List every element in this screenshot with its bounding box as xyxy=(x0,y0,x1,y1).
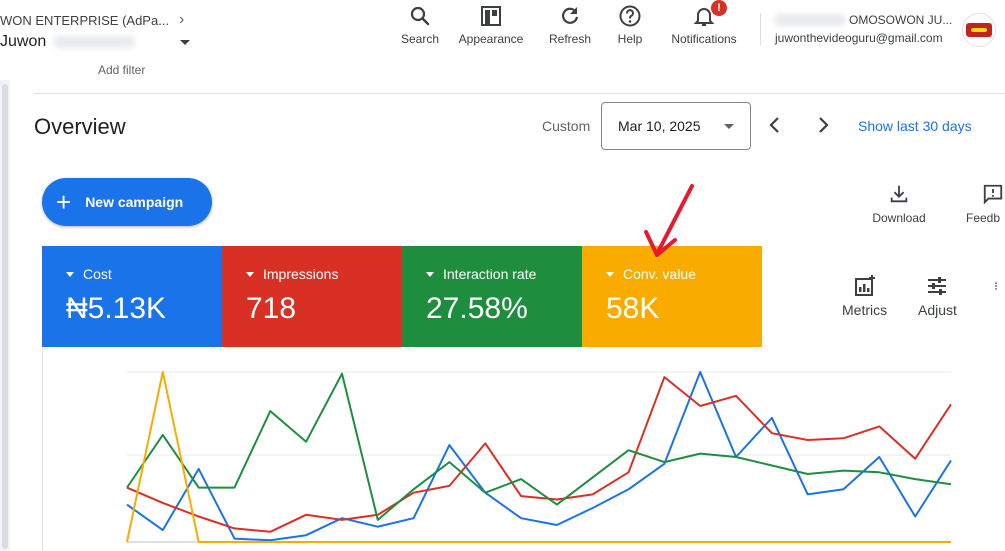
download-icon xyxy=(890,185,908,203)
search-button[interactable]: Search xyxy=(392,4,448,46)
appearance-icon xyxy=(481,6,501,26)
adjust-label: Adjust xyxy=(918,302,957,318)
refresh-button[interactable]: Refresh xyxy=(540,4,600,46)
show-last-30-days-link[interactable]: Show last 30 days xyxy=(858,118,972,134)
dropdown-caret-icon xyxy=(724,124,734,129)
notifications-label: Notifications xyxy=(671,32,737,46)
page-title: Overview xyxy=(34,114,126,139)
scorecard-value: 58K xyxy=(606,292,660,325)
adjust-button[interactable]: Adjust xyxy=(918,274,957,318)
refresh-label: Refresh xyxy=(548,32,592,46)
scrollbar-thumb[interactable] xyxy=(2,84,8,549)
notifications-button[interactable]: Notifications ! xyxy=(662,0,746,46)
search-label: Search xyxy=(400,32,440,46)
chart-series-line-3 xyxy=(126,371,951,543)
brand-logo xyxy=(966,23,992,37)
redacted-text xyxy=(775,14,845,26)
add-filter-button[interactable]: Add filter xyxy=(98,63,145,77)
chart-actions: Metrics Adjust xyxy=(762,246,1005,347)
top-toolbar: Search Appearance Refresh Help Notificat… xyxy=(392,0,746,46)
user-email: juwonthevideoguru@gmail.com xyxy=(775,31,943,45)
metrics-icon xyxy=(854,275,875,296)
date-value: Mar 10, 2025 xyxy=(618,118,701,134)
help-icon xyxy=(619,5,641,27)
help-button[interactable]: Help xyxy=(608,4,652,46)
feedback-label: Feedb xyxy=(966,211,1001,225)
avatar[interactable] xyxy=(962,13,996,47)
redacted-text xyxy=(54,36,135,48)
scorecard-value: ₦5.13K xyxy=(66,292,167,325)
dropdown-caret-icon xyxy=(66,271,74,277)
more-options-button[interactable] xyxy=(994,274,1004,302)
appearance-label: Appearance xyxy=(458,32,524,46)
user-name: OMOSOWON JU... xyxy=(849,13,953,27)
feedback-button[interactable]: Feedb xyxy=(966,183,1004,225)
previous-period-button[interactable] xyxy=(763,113,787,137)
more-vert-icon xyxy=(995,282,997,290)
plus-icon: + xyxy=(56,187,72,217)
dropdown-caret-icon[interactable] xyxy=(180,39,191,45)
download-label: Download xyxy=(872,211,926,225)
scorecard-label: Impressions xyxy=(263,266,339,282)
scorecards: Cost ₦5.13K Impressions 718 Interaction … xyxy=(42,246,762,347)
date-range-mode: Custom xyxy=(542,118,591,134)
chevron-right-icon: › xyxy=(179,11,185,28)
scorecard-label: Cost xyxy=(83,266,112,282)
scorecard-interaction-rate[interactable]: Interaction rate 27.58% xyxy=(402,246,582,347)
scorecard-conv-value[interactable]: Conv. value 58K xyxy=(582,246,762,347)
metrics-label: Metrics xyxy=(842,302,888,318)
dropdown-caret-icon xyxy=(606,271,614,277)
scorecard-label: Interaction rate xyxy=(443,266,537,282)
tune-icon xyxy=(928,277,947,295)
dropdown-caret-icon xyxy=(246,271,254,277)
account-user-name: Juwon xyxy=(0,33,47,50)
scorecard-label: Conv. value xyxy=(623,266,696,282)
user-account-info[interactable]: OMOSOWON JU... juwonthevideoguru@gmail.c… xyxy=(760,13,952,45)
scorecard-cost[interactable]: Cost ₦5.13K xyxy=(42,246,222,347)
line-chart xyxy=(126,371,952,543)
divider xyxy=(34,93,1005,94)
notification-badge: ! xyxy=(711,0,727,16)
new-campaign-button[interactable]: + New campaign xyxy=(42,178,212,226)
download-button[interactable]: Download xyxy=(866,183,932,225)
performance-chart xyxy=(42,347,1005,551)
metrics-button[interactable]: Metrics xyxy=(842,274,887,318)
date-picker[interactable]: Mar 10, 2025 xyxy=(601,102,751,150)
dropdown-caret-icon xyxy=(426,271,434,277)
chevron-right-icon xyxy=(819,117,829,133)
appearance-button[interactable]: Appearance xyxy=(456,4,526,46)
scorecard-impressions[interactable]: Impressions 718 xyxy=(222,246,402,347)
next-period-button[interactable] xyxy=(811,113,835,137)
chevron-left-icon xyxy=(769,117,779,133)
refresh-icon xyxy=(562,7,579,24)
chart-series-line-0 xyxy=(126,371,952,542)
search-icon xyxy=(410,6,430,26)
help-label: Help xyxy=(617,32,643,46)
account-name: WON ENTERPRISE (AdPa... xyxy=(0,12,170,28)
new-campaign-label: New campaign xyxy=(85,194,184,210)
scorecard-value: 718 xyxy=(246,292,297,325)
sidebar-scrollbar[interactable] xyxy=(0,80,10,551)
feedback-icon xyxy=(983,184,1003,205)
account-switcher[interactable]: WON ENTERPRISE (AdPa... › Juwon xyxy=(0,11,191,51)
scorecard-value: 27.58% xyxy=(426,292,528,325)
